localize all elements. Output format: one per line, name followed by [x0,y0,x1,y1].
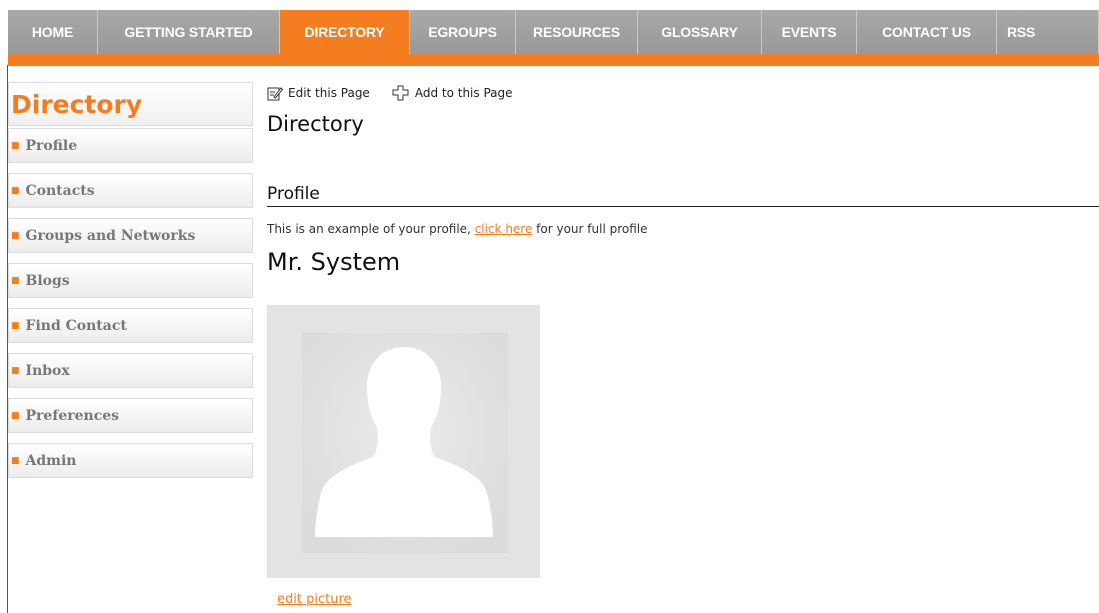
sidebar-item-admin[interactable]: ■ Admin [8,443,253,478]
sidebar-item-profile[interactable]: ■ Profile [8,128,253,163]
tab-rss[interactable]: RSS [997,10,1099,54]
tab-glossary[interactable]: GLOSSARY [638,10,762,54]
page-toolbar: Edit this Page Add to this Page [267,82,1099,104]
square-bullet-icon: ■ [11,275,20,286]
square-bullet-icon: ■ [11,230,20,241]
add-to-page-label: Add to this Page [414,86,513,100]
sidebar-item-label: Admin [25,452,77,469]
sidebar-item-inbox[interactable]: ■ Inbox [8,353,253,388]
square-bullet-icon: ■ [11,320,20,331]
sidebar: Directory ■ Profile ■ Contacts ■ Groups … [8,82,253,488]
page-title: Directory [267,112,364,136]
sidebar-item-label: Profile [25,137,78,154]
sidebar-item-label: Find Contact [25,317,127,334]
sidebar-item-preferences[interactable]: ■ Preferences [8,398,253,433]
sidebar-item-groups-and-networks[interactable]: ■ Groups and Networks [8,218,253,253]
user-placeholder-icon [267,305,540,578]
square-bullet-icon: ■ [11,365,20,376]
main-content: Edit this Page Add to this Page Director… [267,82,1099,607]
tab-resources[interactable]: RESOURCES [516,10,638,54]
nav-underline-bar [8,54,1099,66]
sidebar-item-label: Blogs [25,272,70,289]
add-icon [392,85,409,101]
sidebar-title: Directory [8,82,253,126]
sidebar-item-label: Groups and Networks [25,227,196,244]
add-to-page-button[interactable]: Add to this Page [392,85,513,101]
square-bullet-icon: ■ [11,140,20,151]
square-bullet-icon: ■ [11,410,20,421]
tab-home[interactable]: HOME [8,10,98,54]
profile-text-after: for your full profile [532,222,648,236]
edit-page-label: Edit this Page [288,86,370,100]
profile-text-before: This is an example of your profile, [267,222,475,236]
tab-getting-started[interactable]: GETTING STARTED [98,10,280,54]
tab-directory[interactable]: DIRECTORY [280,10,410,54]
edit-icon [267,86,283,100]
square-bullet-icon: ■ [11,185,20,196]
top-navigation: HOME GETTING STARTED DIRECTORY EGROUPS R… [8,10,1099,54]
tab-events[interactable]: EVENTS [762,10,857,54]
sidebar-item-contacts[interactable]: ■ Contacts [8,173,253,208]
square-bullet-icon: ■ [11,455,20,466]
profile-description: This is an example of your profile, clic… [267,222,648,236]
sidebar-item-label: Preferences [25,407,120,424]
section-title-profile: Profile [267,184,1099,207]
sidebar-item-label: Contacts [25,182,95,199]
sidebar-item-label: Inbox [25,362,70,379]
sidebar-item-blogs[interactable]: ■ Blogs [8,263,253,298]
edit-picture-link[interactable]: edit picture [277,592,352,607]
sidebar-item-find-contact[interactable]: ■ Find Contact [8,308,253,343]
profile-name: Mr. System [267,248,401,276]
tab-egroups[interactable]: EGROUPS [410,10,516,54]
edit-page-button[interactable]: Edit this Page [267,86,370,101]
tab-contact-us[interactable]: CONTACT US [857,10,997,54]
avatar [267,305,540,578]
full-profile-link[interactable]: click here [475,222,533,236]
